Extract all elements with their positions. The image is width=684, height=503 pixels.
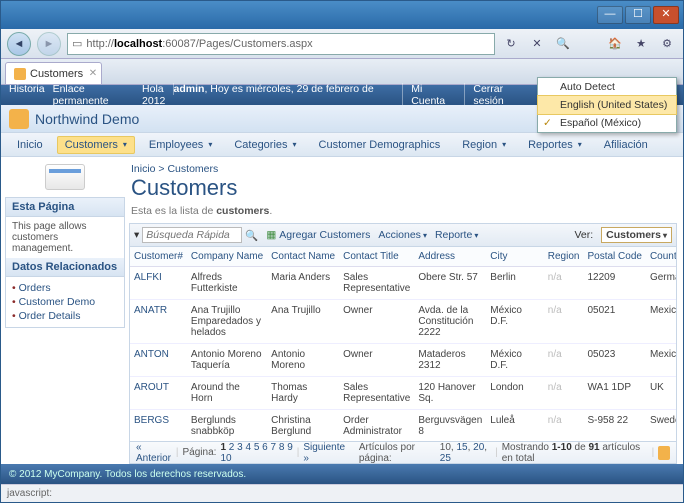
data-grid: Customer#Company NameContact NameContact… <box>129 247 677 442</box>
tab-close-icon[interactable]: ✕ <box>89 68 97 79</box>
favicon <box>14 68 26 80</box>
tools-button[interactable]: ⚙ <box>657 34 677 54</box>
col-7[interactable]: Postal Code <box>583 247 645 267</box>
lang-en-us[interactable]: English (United States) <box>537 95 677 115</box>
app-title: Northwind Demo <box>35 111 139 127</box>
forward-button[interactable]: ► <box>37 32 61 56</box>
quick-search-input[interactable] <box>142 227 242 243</box>
page-4[interactable]: 4 <box>245 442 251 453</box>
address-bar[interactable]: ▭ http://localhost:60087/Pages/Customers… <box>67 33 495 55</box>
sidebar-link-orders[interactable]: Orders <box>19 282 51 294</box>
window-titlebar: — ☐ ✕ <box>1 1 683 29</box>
page-icon: ▭ <box>72 37 82 50</box>
app-logo <box>9 109 29 129</box>
lang-es-mx[interactable]: Español (México) <box>538 114 676 132</box>
per-page-label: Artículos por página: <box>359 442 436 464</box>
view-label: Ver: <box>574 229 593 241</box>
breadcrumb[interactable]: Inicio > Customers <box>129 159 677 175</box>
tab-title: Customers <box>30 68 83 80</box>
url-text: http://localhost:60087/Pages/Customers.a… <box>86 38 312 50</box>
sidebar-link-customer-demo[interactable]: Customer Demo <box>19 296 95 308</box>
add-icon: ▦ <box>266 229 276 241</box>
view-selector[interactable]: Customers <box>601 227 672 243</box>
back-button[interactable]: ◄ <box>7 32 31 56</box>
page-5[interactable]: 5 <box>254 442 260 453</box>
my-account-link[interactable]: Mi Cuenta <box>411 83 445 107</box>
pager-prev[interactable]: « Anterior <box>136 442 172 464</box>
logout-link[interactable]: Cerrar sesión <box>473 83 503 107</box>
favorites-button[interactable]: ★ <box>631 34 651 54</box>
main-nav: Inicio Customers Employees Categories Cu… <box>1 133 683 157</box>
nav-categories[interactable]: Categories <box>226 136 304 154</box>
table-row[interactable]: ANTONAntonio Moreno TaqueríaAntonio More… <box>130 344 677 377</box>
table-row[interactable]: BERGSBerglunds snabbköpChristina Berglun… <box>130 410 677 443</box>
page-subtitle: Esta es la lista de customers. <box>129 205 677 223</box>
pager-next[interactable]: Siguiente » <box>303 442 345 464</box>
col-0[interactable]: Customer# <box>130 247 187 267</box>
table-row[interactable]: ALFKIAlfreds FutterkisteMaria AndersSale… <box>130 267 677 300</box>
minimize-button[interactable]: — <box>597 6 623 24</box>
lang-auto[interactable]: Auto Detect <box>538 78 676 96</box>
nav-afiliacion[interactable]: Afiliación <box>596 136 656 154</box>
col-5[interactable]: City <box>486 247 543 267</box>
page-1: 1 <box>220 442 226 453</box>
col-2[interactable]: Contact Name <box>267 247 339 267</box>
report-menu[interactable]: Reporte <box>435 229 478 241</box>
page-9[interactable]: 9 <box>287 442 293 453</box>
status-bar: javascript: <box>1 484 683 502</box>
sidebar-link-order-details[interactable]: Order Details <box>19 310 81 322</box>
nav-reportes[interactable]: Reportes <box>520 136 590 154</box>
rss-icon[interactable] <box>658 446 670 460</box>
page-3[interactable]: 3 <box>237 442 243 453</box>
browser-tab[interactable]: Customers ✕ <box>5 62 102 84</box>
pp-20[interactable]: 20 <box>473 442 484 453</box>
page-7[interactable]: 7 <box>271 442 277 453</box>
pager-label: Página: <box>183 447 217 458</box>
permalink-link[interactable]: Enlace permanente <box>53 83 142 107</box>
sidebar-description: This page allows customers management. <box>6 217 124 258</box>
page-2[interactable]: 2 <box>229 442 235 453</box>
history-link[interactable]: Historia <box>9 83 45 107</box>
stop-button[interactable]: ✕ <box>527 34 547 54</box>
search-icon[interactable]: 🔍 <box>553 34 573 54</box>
grid-toolbar: ▾ 🔍 ▦ Agregar Customers Acciones Reporte… <box>129 223 677 247</box>
language-dropdown: Auto Detect English (United States) Espa… <box>537 77 677 133</box>
nav-employees[interactable]: Employees <box>141 136 220 154</box>
col-8[interactable]: Country <box>646 247 677 267</box>
col-3[interactable]: Contact Title <box>339 247 414 267</box>
page-title: Customers <box>129 175 677 205</box>
pp-15[interactable]: 15 <box>456 442 467 453</box>
page-6[interactable]: 6 <box>262 442 268 453</box>
sidebar: Esta Página This page allows customers m… <box>5 197 125 328</box>
maximize-button[interactable]: ☐ <box>625 6 651 24</box>
greeting: Hola admin, Hoy es miércoles, 29 de febr… <box>142 83 403 107</box>
col-1[interactable]: Company Name <box>187 247 267 267</box>
sidebar-section-related: Datos Relacionados <box>6 258 124 277</box>
col-6[interactable]: Region <box>544 247 584 267</box>
nav-inicio[interactable]: Inicio <box>9 136 51 154</box>
table-row[interactable]: AROUTAround the HornThomas HardySales Re… <box>130 377 677 410</box>
actions-menu[interactable]: Acciones <box>378 229 427 241</box>
pp-25[interactable]: 25 <box>440 453 451 464</box>
search-go-icon[interactable]: 🔍 <box>245 229 258 242</box>
close-button[interactable]: ✕ <box>653 6 679 24</box>
browser-navbar: ◄ ► ▭ http://localhost:60087/Pages/Custo… <box>1 29 683 59</box>
refresh-button[interactable]: ↻ <box>501 34 521 54</box>
col-4[interactable]: Address <box>414 247 486 267</box>
nav-customers[interactable]: Customers <box>57 136 135 154</box>
table-row[interactable]: ANATRAna Trujillo Emparedados y heladosA… <box>130 300 677 344</box>
page-10[interactable]: 10 <box>220 453 231 464</box>
add-customers-link[interactable]: Agregar Customers <box>279 229 370 241</box>
sidebar-section-this-page: Esta Página <box>6 198 124 217</box>
chevron-down-icon[interactable]: ▾ <box>134 229 139 241</box>
nav-region[interactable]: Region <box>454 136 514 154</box>
pager: « Anterior | Página: 1 2 3 4 5 6 7 8 9 1… <box>129 442 677 464</box>
nav-customer-demographics[interactable]: Customer Demographics <box>311 136 449 154</box>
home-button[interactable]: 🏠 <box>605 34 625 54</box>
grid-icon <box>45 164 85 190</box>
page-8[interactable]: 8 <box>279 442 285 453</box>
pp-10: 10 <box>440 442 451 453</box>
showing-text: Mostrando 1-10 de 91 artículos en total <box>502 442 648 464</box>
footer: © 2012 MyCompany. Todos los derechos res… <box>1 464 683 484</box>
